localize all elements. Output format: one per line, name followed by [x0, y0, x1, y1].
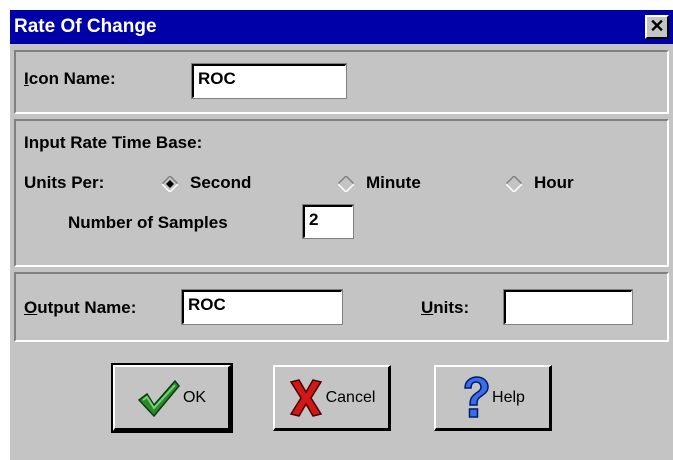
close-icon: ✕ — [649, 16, 665, 36]
title-bar: Rate Of Change ✕ — [10, 10, 673, 44]
output-name-input[interactable]: ROC — [181, 289, 343, 325]
help-label: Help — [492, 388, 525, 406]
samples-label: Number of Samples — [68, 213, 228, 232]
radio-hour-icon — [506, 176, 522, 192]
units-per-label: Units Per: — [24, 173, 105, 192]
cancel-label: Cancel — [325, 388, 376, 406]
icon-name-input[interactable]: ROC — [191, 63, 347, 99]
radio-minute-icon — [338, 176, 354, 192]
close-button[interactable]: ✕ — [645, 15, 669, 39]
question-mark-icon — [464, 375, 489, 418]
help-button[interactable]: Help — [434, 365, 552, 431]
input-rate-group: Input Rate Time Base: Units Per: Second … — [14, 119, 669, 267]
input-rate-heading: Input Rate Time Base: — [24, 133, 203, 152]
radio-second-icon — [162, 176, 178, 192]
samples-input[interactable]: 2 — [302, 204, 354, 239]
icon-name-group: Icon Name: ROC — [14, 50, 669, 114]
radio-hour-label: Hour — [534, 173, 574, 192]
dialog-title: Rate Of Change — [14, 16, 157, 37]
cancel-button[interactable]: Cancel — [273, 365, 391, 431]
output-group: Output Name: ROC Units: — [14, 272, 669, 342]
units-label: Units: — [421, 298, 470, 317]
icon-name-label: Icon Name: — [24, 69, 116, 88]
red-x-icon — [289, 378, 322, 417]
checkmark-icon — [137, 379, 180, 417]
ok-button[interactable]: OK — [111, 363, 233, 433]
ok-label: OK — [182, 388, 207, 406]
output-name-label: Output Name: — [24, 298, 137, 317]
radio-minute-label: Minute — [366, 173, 421, 192]
units-input[interactable] — [503, 289, 633, 325]
radio-second-label: Second — [190, 173, 252, 192]
rate-of-change-dialog: Rate Of Change ✕ Icon Name: ROC Input Ra… — [8, 8, 673, 460]
